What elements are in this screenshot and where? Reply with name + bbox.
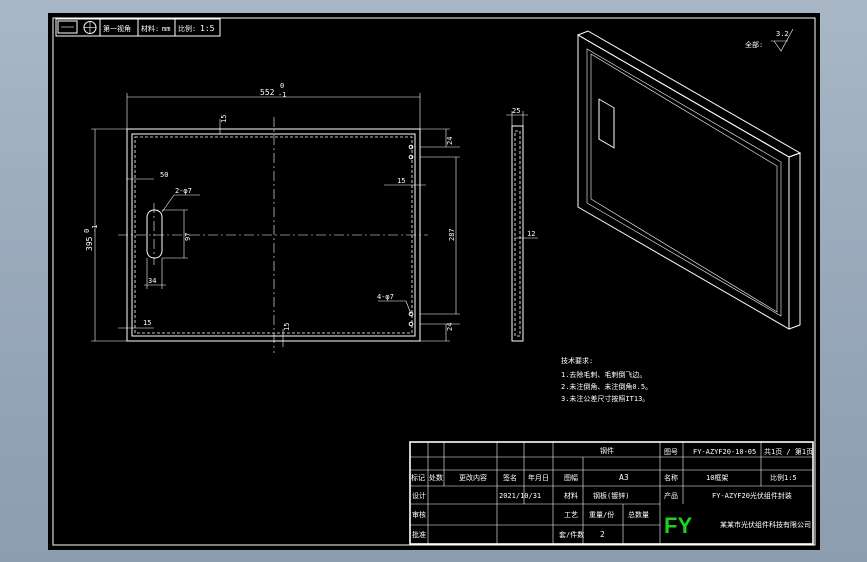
tb-drawing-no: FY-AZYF20-10-05: [693, 448, 756, 456]
mount-hole: [408, 321, 414, 327]
note-item: 2.未注倒角、未注倒角0.5。: [561, 382, 652, 391]
tb-count-label: 处数: [429, 473, 443, 482]
tb-design-label: 设计: [412, 491, 426, 500]
slot-hole-note: 2-φ7: [175, 187, 192, 195]
tb-approve-label: 批准: [412, 530, 426, 539]
width-tol-lower: -1: [278, 91, 286, 99]
cad-drawing: 第一视角 材料: mm 比例: 1:5 552 0 -1 395 0 -1 15…: [52, 17, 816, 546]
drawing-sheet: 第一视角 材料: mm 比例: 1:5 552 0 -1 395 0 -1 15…: [48, 13, 820, 550]
side-view: 25 12: [506, 107, 538, 342]
tb-sheet-label: 共1页 / 第1页: [764, 447, 813, 456]
note-item: 1.去除毛刺、毛刺倒飞边。: [561, 370, 646, 379]
slot-length-dim: 97: [184, 233, 192, 241]
slot-offset-dim: 50: [160, 171, 168, 179]
hole-top-dim: 24: [446, 137, 454, 145]
bottom-edge-dim: 15: [283, 323, 291, 331]
tb-total-label: 总数量: [628, 510, 649, 519]
tb-part-label: 名称: [664, 473, 678, 482]
tb-date-label: 年月日: [528, 473, 549, 482]
hole-spacing-dim: 287: [448, 228, 456, 241]
tb-check-label: 审核: [412, 510, 426, 519]
iso-view: 全部: 3.2: [576, 28, 802, 330]
scale-value: 1:5: [200, 24, 215, 33]
tb-product-name: FY-AZYF20光伏组件封装: [712, 491, 792, 500]
tb-qty-value: 2: [600, 530, 605, 539]
tb-drawing-no-label: 图号: [664, 448, 678, 456]
tech-notes: 技术要求: 1.去除毛刺、毛刺倒飞边。 2.未注倒角、未注倒角0.5。 3.未注…: [561, 356, 652, 403]
hole-note: 4-φ7: [377, 293, 394, 301]
tb-material-value: 钢件: [600, 446, 614, 455]
roughness-value: 3.2: [776, 30, 789, 38]
slot-bottom-dim: 34: [148, 277, 156, 285]
width-tol-upper: 0: [280, 82, 284, 90]
material-label: 材料:: [141, 24, 159, 33]
tb-product-label: 产品: [664, 491, 678, 500]
right-edge-dim: 15: [397, 177, 405, 185]
tb-craft-label: 工艺: [564, 511, 578, 519]
tb-change-label: 更改内容: [459, 473, 487, 482]
thickness-dim: 25: [512, 107, 520, 115]
material-unit: mm: [162, 25, 170, 33]
tb-qty-label: 套/件数: [559, 530, 584, 539]
note-item: 3.未注公差尺寸按照IT13。: [561, 394, 649, 403]
height-tol-upper: 0: [83, 229, 91, 233]
iso-slot: [598, 98, 615, 149]
tb-material-field-label: 材料: [564, 491, 578, 500]
slot: [146, 209, 163, 259]
tb-weight-label: 重量/份: [589, 510, 614, 519]
scale-label: 比例:: [178, 24, 196, 33]
company-logo: FY: [664, 513, 692, 538]
tb-size-label: 图幅: [564, 473, 578, 482]
tb-mark-label: 标记: [411, 473, 425, 482]
hole-bottom-dim: 24: [446, 323, 454, 331]
tb-scale-ratio: 比例1:5: [770, 473, 797, 482]
roughness-label: 全部:: [745, 40, 763, 49]
tb-part-name: 10框架: [706, 473, 728, 482]
front-view: 552 0 -1 395 0 -1 15 15 15 15 50 2-φ7 97: [83, 82, 460, 353]
tb-size-value: A3: [619, 473, 629, 482]
tb-date-value: 2021/10/31: [499, 492, 541, 500]
title-block: 标记 处数 更改内容 签名 年月日 设计 审核 批准 2021/10/31 钢件…: [409, 441, 814, 545]
left-edge-dim: 15: [143, 319, 151, 327]
tb-sign-label: 签名: [503, 473, 517, 482]
inner-dim: 12: [527, 230, 535, 238]
tb-material-field-value: 钢板(镀锌): [593, 491, 629, 500]
header-box: 第一视角 材料: mm 比例: 1:5: [55, 18, 221, 37]
height-tol-lower: -1: [91, 225, 99, 233]
height-dim: 395: [85, 236, 94, 251]
tb-company: 某某市光伏组件科技有限公司: [720, 520, 811, 529]
notes-title: 技术要求:: [561, 356, 593, 365]
top-edge-dim: 15: [220, 115, 228, 123]
view-label: 第一视角: [103, 24, 131, 33]
width-dim: 552: [260, 88, 275, 97]
